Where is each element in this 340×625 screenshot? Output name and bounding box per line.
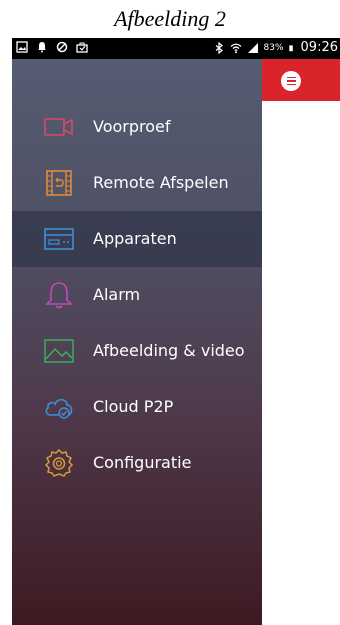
drawer-item-voorproef[interactable]: Voorproef	[12, 99, 262, 155]
gear-icon	[43, 449, 75, 477]
wifi-icon	[230, 43, 241, 53]
navigation-drawer: Voorproef Remote Afspelen Apparaten Alar…	[12, 59, 262, 625]
battery-percent: 83%	[263, 42, 284, 53]
hamburger-menu-icon[interactable]	[281, 71, 301, 91]
phone-screen: 83% 09:26 Voorproef Remote Afspelen Appa…	[12, 38, 340, 625]
drawer-item-label: Apparaten	[93, 229, 177, 248]
blocked-icon	[56, 41, 68, 53]
recorder-device-icon	[43, 225, 75, 253]
app-header	[262, 59, 340, 101]
drawer-item-cloud-p2p[interactable]: Cloud P2P	[12, 379, 262, 435]
briefcase-icon	[76, 42, 88, 53]
drawer-item-label: Remote Afspelen	[93, 173, 229, 192]
bell-icon	[43, 281, 75, 309]
signal-icon	[247, 42, 258, 53]
camera-preview-icon	[43, 113, 75, 141]
notification-bell-icon	[38, 42, 46, 53]
drawer-item-remote-afspelen[interactable]: Remote Afspelen	[12, 155, 262, 211]
drawer-item-label: Configuratie	[93, 453, 192, 472]
drawer-item-label: Afbeelding & video	[93, 341, 245, 360]
cloud-icon	[43, 393, 75, 421]
battery-icon	[288, 44, 293, 51]
drawer-item-label: Cloud P2P	[93, 397, 174, 416]
image-icon	[43, 337, 75, 365]
gallery-icon	[16, 41, 28, 53]
drawer-item-apparaten[interactable]: Apparaten	[12, 211, 262, 267]
drawer-menu: Voorproef Remote Afspelen Apparaten Alar…	[12, 99, 262, 491]
drawer-item-label: Voorproef	[93, 117, 171, 136]
drawer-item-configuratie[interactable]: Configuratie	[12, 435, 262, 491]
film-playback-icon	[43, 169, 75, 197]
drawer-item-afbeelding-video[interactable]: Afbeelding & video	[12, 323, 262, 379]
status-time: 09:26	[300, 40, 338, 55]
main-content-pane	[262, 59, 340, 625]
figure-caption: Afbeelding 2	[114, 6, 226, 31]
bluetooth-icon	[215, 41, 223, 54]
status-bar: 83% 09:26	[12, 38, 340, 59]
drawer-item-label: Alarm	[93, 285, 141, 304]
drawer-item-alarm[interactable]: Alarm	[12, 267, 262, 323]
